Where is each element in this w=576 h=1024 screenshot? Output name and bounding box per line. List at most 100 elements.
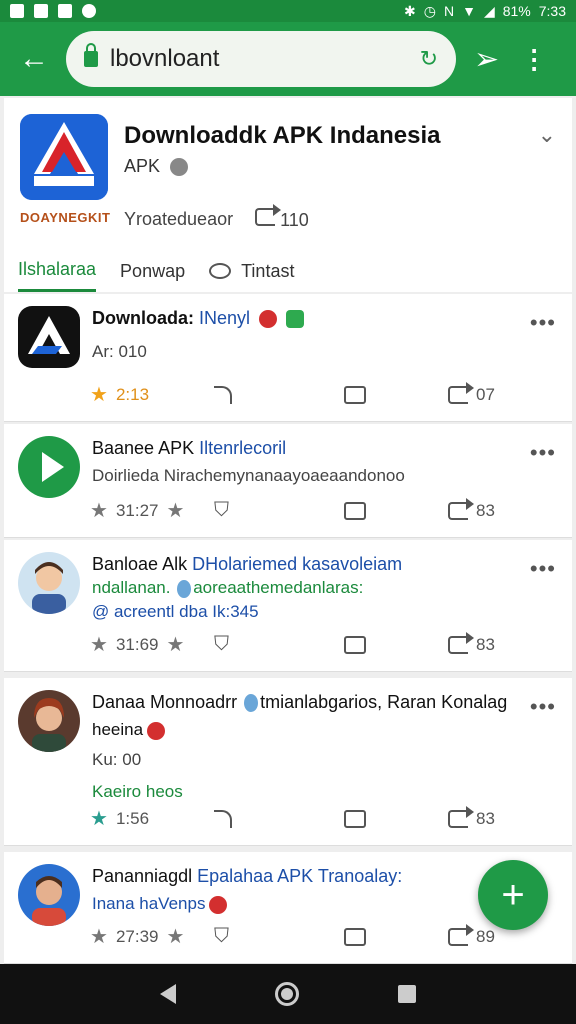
nav-recents-icon[interactable] (398, 985, 417, 1003)
post-card[interactable]: Danaa Monnoadrr tmianlabgarios, Raran Ko… (4, 678, 572, 846)
url-text[interactable]: lbovnloant (110, 45, 408, 73)
more-horiz-icon[interactable]: ••• (530, 310, 556, 336)
post-title[interactable]: Pananniagdl Epalahaa APK Tranoalay: (92, 866, 512, 887)
post-card[interactable]: Banloae Alk DHolariemed kasavoleiam ndal… (4, 540, 572, 672)
comment-icon (344, 385, 366, 404)
heart-icon (147, 721, 166, 740)
post-text: Ar: 010 (92, 342, 147, 361)
share-button[interactable]: 83 (448, 631, 495, 655)
fork-button[interactable]: ⛉ (214, 633, 344, 656)
post-title-highlight: Iltenrlecoril (199, 438, 287, 458)
notification-icon (10, 4, 24, 18)
post-mention[interactable]: @ acreentl dba Ik:345 (92, 602, 512, 622)
share-icon (448, 923, 474, 946)
share-button[interactable]: 83 (448, 497, 495, 521)
post-author: Downloada: (92, 308, 199, 328)
notification-icon (82, 4, 96, 18)
comment-button[interactable] (344, 809, 448, 828)
share-icon (448, 631, 474, 654)
reply-button[interactable] (214, 809, 344, 828)
app-logo-icon (20, 114, 108, 200)
avatar[interactable] (18, 436, 80, 498)
fork-button[interactable]: ⛉ (214, 499, 344, 522)
rating-button[interactable]: ★ 31:69 ★ (90, 632, 214, 657)
avatar[interactable] (18, 306, 80, 368)
chevron-down-icon[interactable]: ⌄ (538, 122, 556, 148)
comment-icon (344, 635, 366, 654)
rating-button[interactable]: ★ 31:27 ★ (90, 498, 214, 523)
comment-button[interactable] (344, 501, 448, 520)
add-post-button[interactable]: + (478, 860, 548, 930)
emoji-icon (177, 579, 192, 598)
fork-icon: ⛉ (214, 499, 229, 521)
back-arrow-icon[interactable]: ← (12, 37, 56, 81)
emoji-icon (259, 310, 278, 329)
post-text-part: Inana haVenps (92, 894, 206, 913)
rating-value: 2:13 (115, 384, 150, 404)
share-button[interactable]: 83 (448, 805, 495, 829)
fork-button[interactable]: ⛉ (214, 925, 344, 948)
avatar[interactable] (18, 864, 80, 926)
post-actions: ★ 1:56 83 (90, 805, 510, 831)
meta-label: Yroatedueaor (124, 209, 234, 229)
chat-icon (209, 263, 232, 279)
fork-icon: ⛉ (214, 633, 229, 655)
like-button[interactable]: 110 (255, 204, 309, 231)
tab-popular[interactable]: Ponwap (120, 250, 185, 292)
lock-icon (84, 43, 98, 67)
post-card[interactable]: Downloada: INenyl Ar: 010 ••• ★ 2:13 07 (4, 294, 572, 422)
more-horiz-icon[interactable]: ••• (530, 440, 556, 466)
share-button[interactable]: 07 (448, 381, 495, 405)
avatar[interactable] (18, 690, 80, 752)
post-card[interactable]: Baanee APK Iltenrlecoril Doirlieda Nirac… (4, 424, 572, 538)
post-text-part: heeina (92, 720, 144, 739)
tab-home[interactable]: Ilshalaraa (18, 250, 97, 292)
reply-button[interactable] (214, 385, 344, 404)
comment-button[interactable] (344, 635, 448, 654)
rating-button[interactable]: ★ 27:39 ★ (90, 924, 214, 949)
post-title[interactable]: Downloada: INenyl (92, 308, 512, 329)
notification-icons (10, 4, 96, 18)
share-count: 83 (476, 808, 495, 828)
globe-icon (170, 157, 189, 176)
comment-button[interactable] (344, 385, 448, 404)
post-text: Inana haVenps (92, 894, 512, 914)
share-button[interactable]: 89 (448, 923, 495, 947)
post-link[interactable]: Kaeiro heos (92, 782, 512, 802)
comment-button[interactable] (344, 927, 448, 946)
star-icon: ★ (166, 634, 185, 656)
share-icon (448, 497, 474, 520)
more-vert-icon[interactable]: ⋮ (521, 44, 547, 75)
brand-text: DOAYNEGKIT (20, 210, 111, 225)
tab-label: Ponwap (120, 260, 186, 281)
nav-back-icon[interactable] (159, 984, 176, 1004)
rating-button[interactable]: ★ 1:56 (90, 806, 214, 831)
post-title-highlight: Epalahaa APK Tranoalay: (197, 866, 403, 886)
post-title[interactable]: Banloae Alk DHolariemed kasavoleiam (92, 554, 512, 575)
avatar[interactable] (18, 552, 80, 614)
comment-icon (344, 927, 366, 946)
reply-icon (214, 809, 232, 828)
address-bar[interactable]: lbovnloant ↻ (66, 31, 456, 87)
post-text: heeina (92, 720, 512, 740)
post-text: Ku: 00 (92, 750, 142, 769)
post-author: Banloae Alk (92, 554, 193, 574)
rating-value: 31:69 (115, 634, 159, 654)
star-icon: ★ (90, 500, 108, 522)
app-header-card: DOAYNEGKIT Downloaddk APK Indanesia APK … (4, 98, 572, 292)
post-text: ndallanan. aoreaathemedanlaras: (92, 578, 512, 598)
post-actions: ★ 31:69 ★ ⛉ 83 (90, 631, 510, 657)
post-title[interactable]: Baanee APK Iltenrlecoril (92, 438, 512, 459)
rating-value: 31:27 (115, 500, 159, 520)
tab-chat[interactable]: Tintast (209, 250, 294, 292)
nav-home-icon[interactable] (274, 982, 299, 1006)
send-icon[interactable]: ➢ (474, 42, 499, 77)
rating-button[interactable]: ★ 2:13 (90, 382, 214, 407)
share-icon (448, 381, 474, 404)
subtitle-text: APK (124, 156, 161, 176)
more-horiz-icon[interactable]: ••• (530, 556, 556, 582)
post-title[interactable]: Danaa Monnoadrr tmianlabgarios, Raran Ko… (92, 692, 512, 713)
page-title: Downloaddk APK Indanesia (124, 122, 441, 149)
more-horiz-icon[interactable]: ••• (530, 694, 556, 720)
reload-icon[interactable]: ↻ (420, 46, 438, 72)
